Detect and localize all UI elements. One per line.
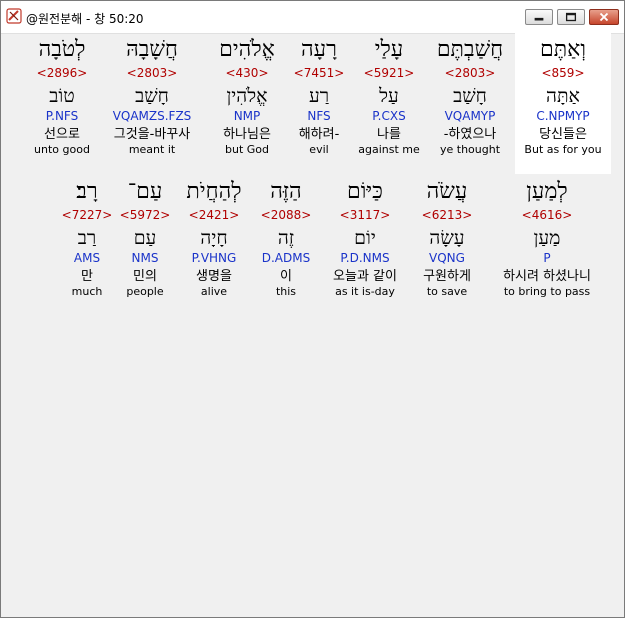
hebrew-word: וְאַתֶּם [540,37,586,62]
maximize-button[interactable] [557,9,585,25]
english-gloss: to save [426,285,468,298]
lemma-word: עָשָׂה [429,227,465,249]
parsing-code: VQAMZS.FZS [112,109,192,123]
korean-gloss: 하시려 하셨나니 [503,269,591,284]
korean-gloss: 구원하게 [423,269,471,284]
hebrew-word: עֲשֹׂה [426,179,468,204]
english-gloss: unto good [34,143,90,156]
strongs-number[interactable]: <2803> [102,66,202,80]
english-gloss: ye thought [439,143,501,156]
hebrew-word: לְטֹבָה [38,37,86,62]
strongs-number[interactable]: <2896> [12,66,112,80]
korean-gloss: 그것을-바꾸사 [113,127,191,142]
minimize-icon [534,17,544,21]
parsing-code: P [543,251,551,265]
strongs-number[interactable]: <6213> [397,208,497,222]
close-button[interactable] [589,9,619,25]
parsing-code: VQNG [429,251,465,265]
lemma-word: טוֹב [49,85,75,107]
korean-gloss: -하였으나 [443,127,497,142]
app-window: @원전분해 - 창 50:20 לְטֹבָה <2896> טוֹב P.NF… [0,0,625,618]
word-cell[interactable]: לְטֹבָה <2896> טוֹב P.NFS 선으로 unto good [12,36,112,157]
strongs-number[interactable]: <4616> [487,208,607,222]
strongs-number[interactable]: <2803> [420,66,520,80]
english-gloss: meant it [128,143,176,156]
minimize-button[interactable] [525,9,553,25]
lemma-word: חָשַׁב [135,85,169,107]
english-gloss: to bring to pass [503,285,591,298]
window-title: @원전분해 - 창 50:20 [26,12,144,26]
word-cell[interactable]: חֲשָׁבָהּ <2803> חָשַׁב VQAMZS.FZS 그것을-바… [102,36,202,157]
english-gloss: But as for you [524,143,602,156]
word-cell[interactable]: עֲשֹׂה <6213> עָשָׂה VQNG 구원하게 to save [397,178,497,299]
korean-gloss: 당신들은 [539,127,587,142]
hebrew-word: חֲשַׁבְתֶּם [436,37,504,62]
hebrew-word: לְמַעַן [526,179,568,204]
hebrew-word: חֲשָׁבָהּ [126,37,178,62]
close-icon [599,12,609,22]
lemma-word: חָשַׁב [453,85,487,107]
korean-gloss: 선으로 [44,127,80,142]
interlinear-panel: לְטֹבָה <2896> טוֹב P.NFS 선으로 unto good … [6,31,619,612]
app-logo-icon [6,8,22,24]
parsing-code: C.NPMYP [536,109,590,123]
word-cell[interactable]: חֲשַׁבְתֶּם <2803> חָשַׁב VQAMYP -하였으나 y… [420,36,520,157]
lemma-word: מַעַן [533,227,561,249]
parsing-code: P.NFS [45,109,79,123]
word-cell-selected[interactable]: וְאַתֶּם <859> אַתָּה C.NPMYP 당신들은 But a… [515,31,611,174]
lemma-word: אַתָּה [546,85,580,107]
title-bar[interactable]: @원전분해 - 창 50:20 [1,1,624,34]
parsing-code: VQAMYP [444,109,496,123]
strongs-number[interactable]: <859> [515,66,611,80]
word-cell[interactable]: לְמַעַן <4616> מַעַן P 하시려 하셨나니 to bring… [487,178,607,299]
maximize-icon [565,12,577,22]
